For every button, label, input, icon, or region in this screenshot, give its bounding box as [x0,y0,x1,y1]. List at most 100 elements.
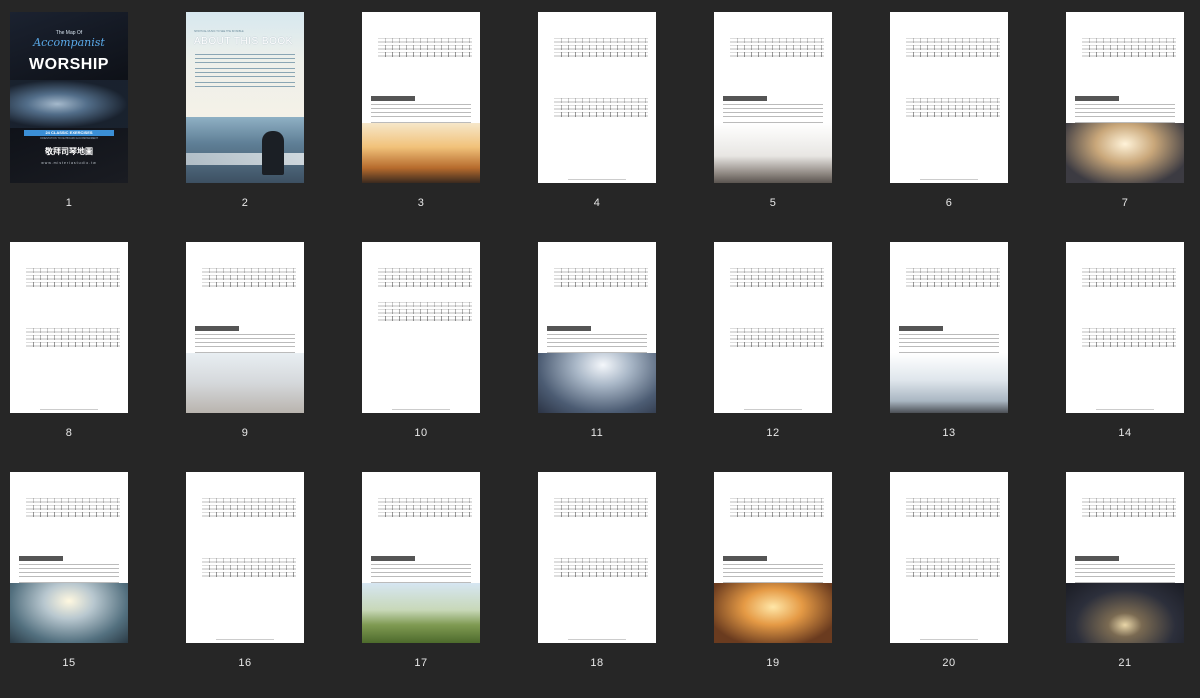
page-number-label: 3 [417,197,425,209]
cover-subtitle: ORIENTATION TO KEYBOARD ACCOMPANIMENT [40,137,98,140]
text-line [723,116,823,118]
page-preview[interactable]: The Map Of Accompanist WORSHIP 24 CLASSIC E… [10,12,128,183]
score-system [546,498,648,524]
page-thumbnail-6[interactable]: 6 [890,12,1008,238]
notes [558,98,646,103]
notes [558,572,646,577]
text-line [371,572,471,574]
page-thumbnail-4[interactable]: 4 [538,12,656,238]
page-thumbnail-11[interactable]: 11 [538,242,656,468]
score-system [18,328,120,354]
score-system [1074,498,1176,524]
notes [910,52,998,57]
page-number-label: 17 [414,657,428,669]
page-thumbnail-20[interactable]: 20 [890,472,1008,698]
text-line [899,342,999,344]
text-line [547,342,647,344]
page-preview[interactable] [1066,12,1184,183]
page-preview[interactable] [362,242,480,413]
text-line [371,112,471,114]
page-preview[interactable] [186,472,304,643]
notes [382,512,470,517]
page-thumbnail-16[interactable]: 16 [186,472,304,698]
page-number-label: 8 [65,427,73,439]
page-preview[interactable] [1066,242,1184,413]
notes [1086,268,1174,273]
notes [734,505,822,510]
page-thumbnail-10[interactable]: 10 [362,242,480,468]
page-number-label: 18 [590,657,604,669]
score-system [898,38,1000,64]
illustration-photo [714,583,832,643]
section-heading-bar [195,326,239,331]
page-thumbnail-13[interactable]: 13 [890,242,1008,468]
section-heading-bar [371,556,415,561]
page-number-label: 6 [945,197,953,209]
page-thumbnail-grid: The Map Of Accompanist WORSHIP 24 CLASSIC E… [0,0,1200,683]
page-thumbnail-1[interactable]: The Map Of Accompanist WORSHIP 24 CLASSIC E… [10,12,128,238]
page-preview[interactable] [1066,472,1184,643]
page-thumbnail-7[interactable]: 7 [1066,12,1184,238]
notes [558,565,646,570]
page-footer [216,638,274,640]
text-line [195,72,295,74]
notes [910,282,998,287]
text-line [899,346,999,348]
page-preview[interactable] [538,12,656,183]
notes [206,275,294,280]
page-thumbnail-21[interactable]: 21 [1066,472,1184,698]
page-thumbnail-18[interactable]: 18 [538,472,656,698]
page-thumbnail-3[interactable]: 3 [362,12,480,238]
page-preview[interactable] [714,12,832,183]
page-preview[interactable] [10,472,128,643]
page-number-label: 9 [241,427,249,439]
text-line [19,572,119,574]
text-line [1075,116,1175,118]
page-number-label: 14 [1118,427,1132,439]
page-preview[interactable] [538,242,656,413]
page-preview[interactable]: SPIRITUAL MUSIC TO SEE THE INVISIBLE ABOU… [186,12,304,183]
page-thumbnail-19[interactable]: 19 [714,472,832,698]
page-preview[interactable] [538,472,656,643]
page-thumbnail-5[interactable]: 5 [714,12,832,238]
page-thumbnail-17[interactable]: 17 [362,472,480,698]
page-thumbnail-2[interactable]: SPIRITUAL MUSIC TO SEE THE INVISIBLE ABOU… [186,12,304,238]
page-preview[interactable] [890,12,1008,183]
notes [558,52,646,57]
page-thumbnail-9[interactable]: 9 [186,242,304,468]
page-preview[interactable] [714,242,832,413]
notes [558,282,646,287]
notes [382,282,470,287]
notes [910,498,998,503]
score-system [898,558,1000,584]
notes [734,52,822,57]
page-thumbnail-15[interactable]: 15 [10,472,128,698]
page-thumbnail-14[interactable]: 14 [1066,242,1184,468]
illustration-photo [10,583,128,643]
page-preview[interactable] [362,12,480,183]
notes [1086,282,1174,287]
page-thumbnail-12[interactable]: 12 [714,242,832,468]
illustration-photo [186,353,304,413]
score-system [722,498,824,524]
notes [206,565,294,570]
text-line [19,576,119,578]
notes [910,558,998,563]
page-preview[interactable] [10,242,128,413]
score-system [370,498,472,524]
page-preview[interactable] [186,242,304,413]
page-footer [920,178,978,180]
page-number-label: 13 [942,427,956,439]
text-line [371,116,471,118]
text-line [195,54,295,56]
notes [206,498,294,503]
page-preview[interactable] [714,472,832,643]
text-line [899,338,999,340]
notes [734,45,822,50]
page-preview[interactable] [362,472,480,643]
page-preview[interactable] [890,472,1008,643]
score-system [1074,268,1176,294]
page-thumbnail-8[interactable]: 8 [10,242,128,468]
score-system [546,98,648,124]
page-preview[interactable] [890,242,1008,413]
